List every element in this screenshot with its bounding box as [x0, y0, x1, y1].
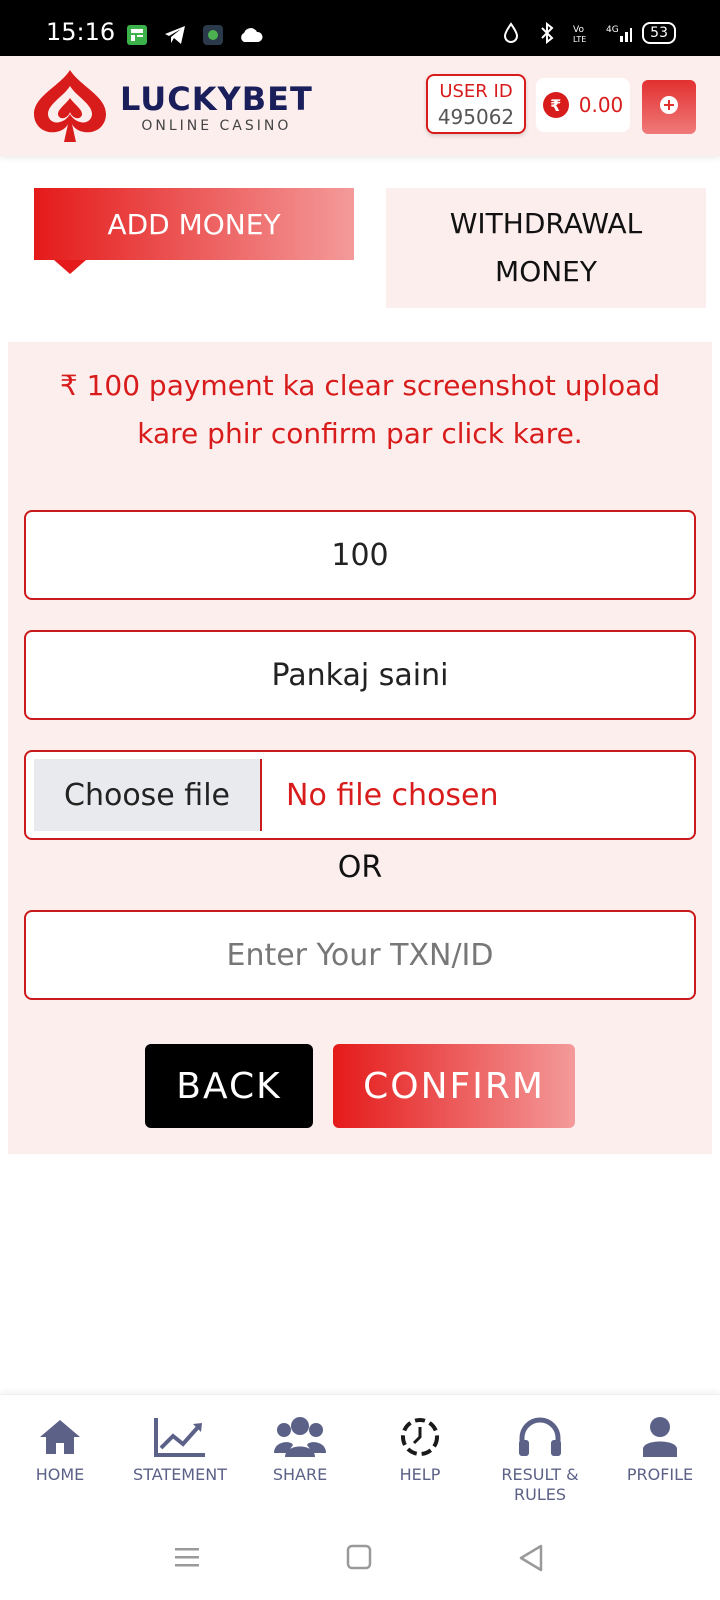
signal-icon: 4G — [606, 20, 633, 46]
chart-icon — [120, 1413, 240, 1461]
nav-item-statement[interactable]: STATEMENT — [120, 1413, 240, 1485]
app-header: LUCKYBET ONLINE CASINO USER ID 495062 ₹ … — [0, 56, 720, 156]
cloud-icon — [238, 22, 264, 48]
balance-amount: 0.00 — [578, 93, 624, 117]
nav-item-result-rules[interactable]: RESULT & RULES — [480, 1413, 600, 1505]
payment-instructions: ₹ 100 payment ka clear screenshot upload… — [59, 369, 661, 450]
rupee-icon: ₹ — [542, 92, 569, 118]
users-icon — [240, 1413, 360, 1461]
status-time: 15:16 — [46, 18, 116, 46]
calculator-app-icon — [124, 22, 150, 48]
plus-circle-icon — [659, 95, 679, 119]
txn-id-placeholder: Enter Your TXN/ID — [226, 937, 494, 973]
volte-icon: Vo LTE — [570, 20, 596, 46]
brand-name: LUCKYBET — [120, 80, 313, 118]
headphones-icon — [480, 1413, 600, 1461]
menu-key-icon[interactable] — [174, 1544, 200, 1574]
tab-add-money-label: ADD MONEY — [107, 207, 281, 241]
choose-file-button[interactable]: Choose file — [34, 759, 262, 831]
telegram-icon — [162, 22, 188, 48]
back-button[interactable]: BACK — [145, 1044, 313, 1128]
nav-label-home: HOME — [35, 1465, 85, 1484]
status-bar: 15:16 Vo LTE 4G 53 — [0, 0, 720, 56]
user-icon — [600, 1413, 720, 1461]
nav-item-share[interactable]: SHARE — [240, 1413, 360, 1485]
confirm-button[interactable]: CONFIRM — [333, 1044, 575, 1128]
nav-label-help: HELP — [399, 1465, 441, 1484]
add-money-form: ₹ 100 payment ka clear screenshot upload… — [8, 342, 712, 1154]
bluetooth-icon — [534, 20, 560, 46]
tab-add-money[interactable]: ADD MONEY — [34, 188, 354, 274]
nav-item-profile[interactable]: PROFILE — [600, 1413, 720, 1485]
screenshot-file-input[interactable]: Choose file No file chosen — [24, 750, 696, 840]
help-icon — [360, 1413, 480, 1461]
svg-text:Vo: Vo — [573, 25, 584, 35]
or-divider: OR — [337, 850, 383, 885]
user-id-value: 495062 — [437, 105, 515, 129]
active-tab-indicator — [54, 260, 86, 274]
brand-logo[interactable]: LUCKYBET ONLINE CASINO — [30, 68, 313, 148]
nav-label-statement: STATEMENT — [133, 1465, 227, 1484]
txn-id-input[interactable]: Enter Your TXN/ID — [24, 910, 696, 1000]
user-id-label: USER ID — [439, 81, 513, 102]
back-key-icon[interactable] — [518, 1544, 544, 1576]
battery-indicator: 53 — [642, 22, 676, 44]
system-navigation-bar — [0, 1514, 720, 1600]
nav-label-profile: PROFILE — [626, 1465, 694, 1484]
tab-withdrawal-money[interactable]: WITHDRAWAL MONEY — [386, 188, 706, 308]
home-icon — [0, 1413, 120, 1461]
nav-label-result-rules: RESULT & RULES — [501, 1465, 579, 1504]
shield-app-icon — [200, 22, 226, 48]
home-key-icon[interactable] — [346, 1544, 372, 1574]
user-id-badge: USER ID 495062 — [426, 74, 526, 134]
amount-value: 100 — [331, 537, 389, 573]
svg-text:LTE: LTE — [573, 35, 586, 44]
bottom-navigation: HOME STATEMENT SHARE HELP RESULT & RULES… — [0, 1394, 720, 1514]
amount-field[interactable]: 100 — [24, 510, 696, 600]
name-field[interactable]: Pankaj saini — [24, 630, 696, 720]
nav-label-share: SHARE — [272, 1465, 328, 1484]
svg-text:4G: 4G — [606, 25, 619, 35]
nav-item-home[interactable]: HOME — [0, 1413, 120, 1485]
file-status-text: No file chosen — [286, 777, 499, 813]
nav-item-help[interactable]: HELP — [360, 1413, 480, 1485]
data-saver-icon — [498, 20, 524, 46]
wallet-balance[interactable]: ₹ 0.00 — [536, 78, 630, 132]
tab-withdrawal-label: WITHDRAWAL MONEY — [449, 207, 643, 288]
add-funds-button[interactable] — [642, 80, 696, 134]
brand-tagline: ONLINE CASINO — [141, 118, 292, 134]
name-value: Pankaj saini — [271, 657, 449, 693]
spade-logo-icon — [30, 68, 110, 148]
